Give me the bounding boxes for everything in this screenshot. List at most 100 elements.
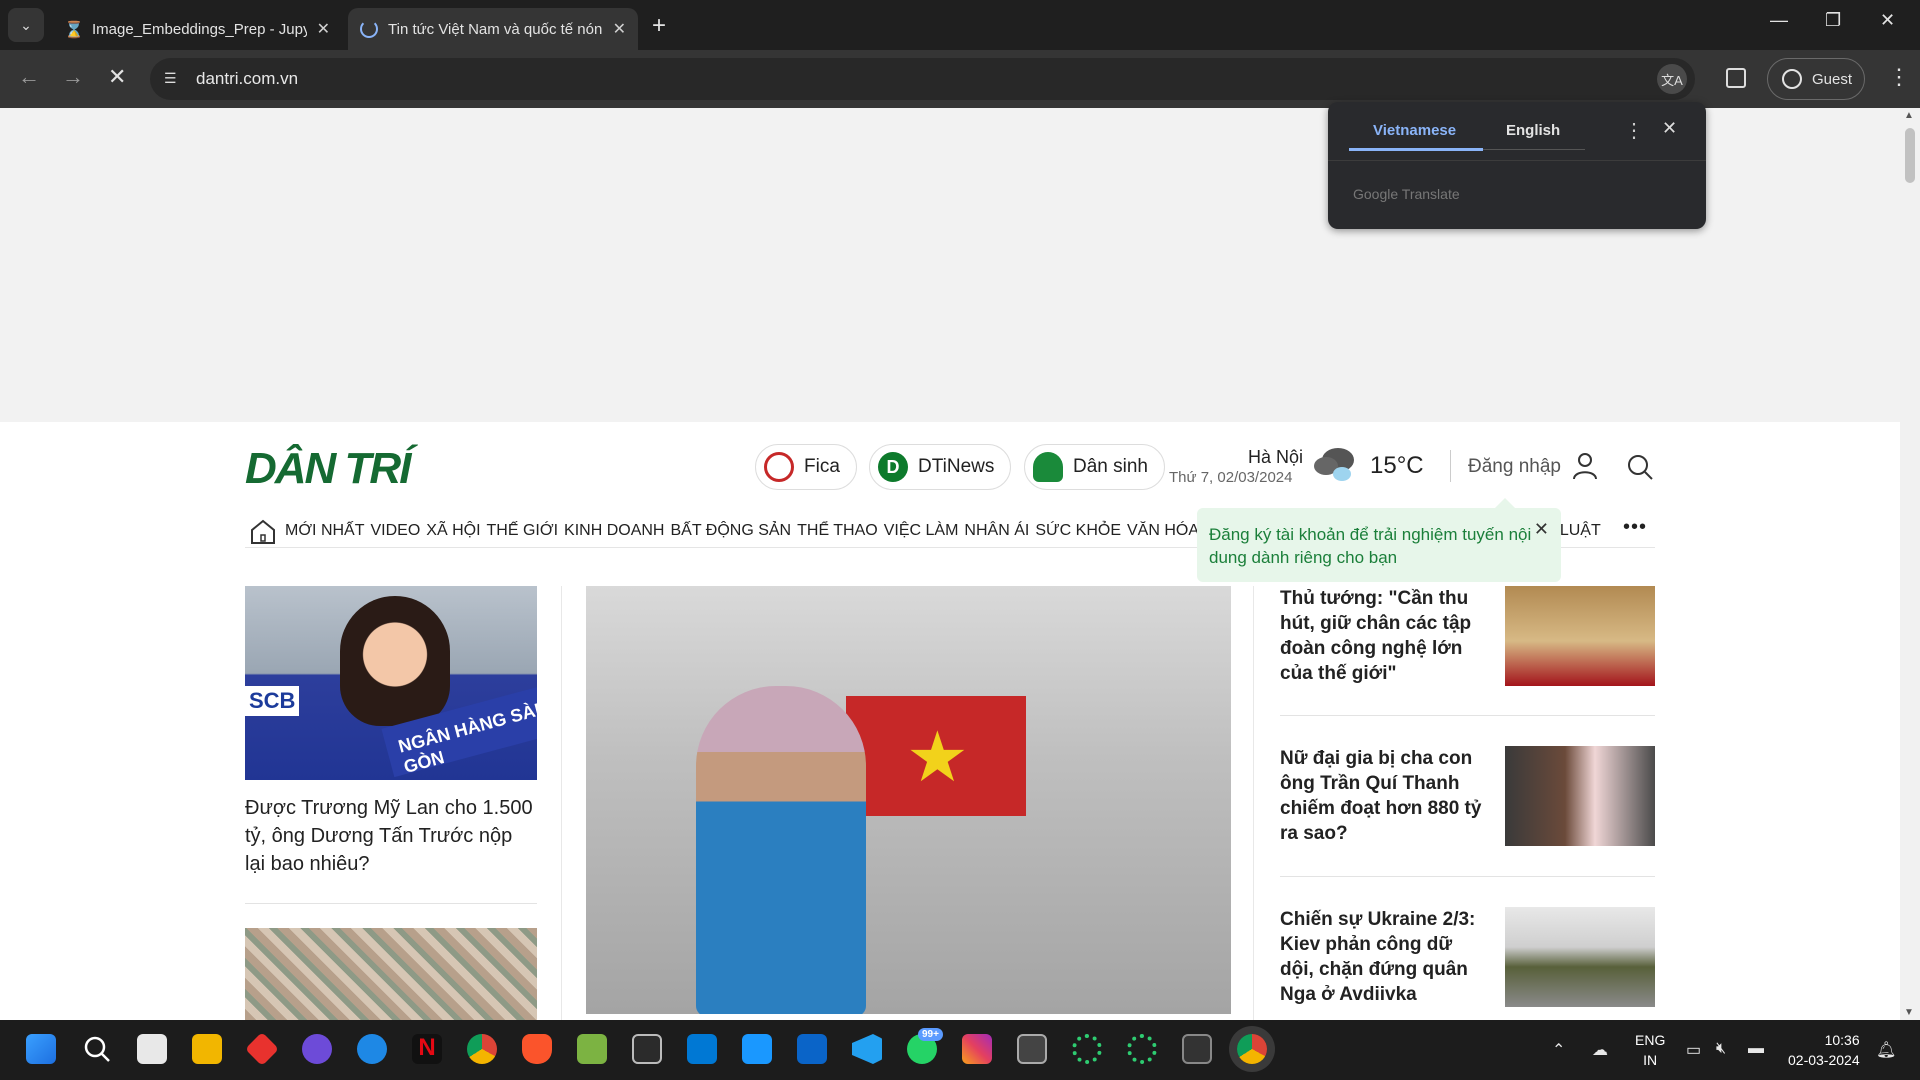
translate-popup: Vietnamese English ⋮ ✕ Google Translate bbox=[1328, 102, 1706, 229]
chrome-icon[interactable] bbox=[467, 1034, 497, 1064]
nav-item[interactable]: KINH DOANH bbox=[564, 522, 664, 540]
loading-spinner-icon bbox=[360, 20, 378, 38]
nav-item[interactable]: MỚI NHẤT bbox=[285, 522, 365, 540]
stop-loading-icon[interactable]: ✕ bbox=[108, 64, 126, 90]
nav-item[interactable]: VIDEO bbox=[371, 522, 421, 540]
brave-icon[interactable] bbox=[522, 1034, 552, 1064]
close-icon[interactable]: ✕ bbox=[317, 19, 330, 39]
notification-bell-icon[interactable]: 🔔︎ bbox=[1876, 1040, 1896, 1060]
windows-app-icon[interactable] bbox=[687, 1034, 717, 1064]
article-title-right-1[interactable]: Thủ tướng: "Cần thu hút, giữ chân các tậ… bbox=[1280, 586, 1490, 686]
pill-dansinh[interactable]: Dân sinh bbox=[1024, 444, 1165, 490]
close-window-icon[interactable]: ✕ bbox=[1880, 10, 1895, 31]
language-indicator[interactable]: ENG IN bbox=[1635, 1030, 1665, 1070]
minimize-icon[interactable]: — bbox=[1770, 10, 1788, 31]
tab-jupyter[interactable]: ⌛ Image_Embeddings_Prep - Jupy ✕ bbox=[52, 8, 342, 50]
nav-items: MỚI NHẤT VIDEO XÃ HỘI THẾ GIỚI KINH DOANH BẤT… bbox=[285, 522, 1251, 540]
command-prompt-icon[interactable] bbox=[1182, 1034, 1212, 1064]
article-image-right-2[interactable] bbox=[1505, 746, 1655, 846]
home-icon[interactable] bbox=[249, 518, 277, 544]
notepad-icon[interactable] bbox=[577, 1034, 607, 1064]
restore-icon[interactable]: ❐ bbox=[1825, 10, 1841, 31]
side-panel-icon[interactable] bbox=[1726, 68, 1746, 88]
login-link[interactable]: Đăng nhập bbox=[1468, 456, 1561, 478]
article-image-left[interactable]: SCB NGÂN HÀNG SÀI GÒN bbox=[245, 586, 537, 780]
nav-item[interactable]: VĂN HÓA bbox=[1127, 522, 1199, 540]
article-image-main[interactable]: ★ bbox=[586, 586, 1231, 1014]
clock-date: 02-03-2024 bbox=[1788, 1052, 1860, 1068]
tab-dantri[interactable]: Tin tức Việt Nam và quốc tế nón ✕ bbox=[348, 8, 638, 50]
nav-more-icon[interactable]: ••• bbox=[1623, 516, 1647, 539]
nav-item[interactable]: THẾ GIỚI bbox=[487, 522, 559, 540]
weather-temp: 15°C bbox=[1370, 452, 1424, 479]
pill-dtinews[interactable]: D DTiNews bbox=[869, 444, 1012, 490]
close-icon[interactable]: ✕ bbox=[1662, 118, 1677, 139]
system-clock[interactable]: 10:36 02-03-2024 bbox=[1788, 1030, 1860, 1070]
user-icon[interactable] bbox=[1572, 452, 1598, 480]
nav-item[interactable]: SỨC KHỎE bbox=[1035, 522, 1121, 540]
network-icon[interactable]: ▭ bbox=[1686, 1040, 1701, 1060]
netflix-icon[interactable]: N bbox=[412, 1034, 442, 1064]
loading-app-icon[interactable] bbox=[1072, 1034, 1102, 1064]
article-image-right-1[interactable] bbox=[1505, 586, 1655, 686]
scrollbar-thumb[interactable] bbox=[1905, 128, 1915, 183]
divider bbox=[1280, 876, 1655, 877]
pill-label: Fica bbox=[804, 456, 840, 477]
article-title-right-3[interactable]: Chiến sự Ukraine 2/3: Kiev phản công dữ … bbox=[1280, 907, 1490, 1007]
pill-fica[interactable]: Fica bbox=[755, 444, 857, 490]
forward-arrow-icon[interactable]: → bbox=[62, 64, 84, 90]
profile-button[interactable]: Guest bbox=[1767, 58, 1865, 100]
terminal-icon[interactable] bbox=[632, 1034, 662, 1064]
windows-start-icon[interactable] bbox=[26, 1034, 56, 1064]
nav-item[interactable]: THỂ THAO bbox=[797, 522, 878, 540]
site-info-icon[interactable]: ☰ bbox=[164, 70, 182, 88]
new-tab-button[interactable]: + bbox=[652, 12, 666, 40]
loading-app-icon-2[interactable] bbox=[1127, 1034, 1157, 1064]
article-title-left[interactable]: Được Trương Mỹ Lan cho 1.500 tỷ, ông Dươ… bbox=[245, 794, 537, 878]
nav-item[interactable]: VIỆC LÀM bbox=[884, 522, 959, 540]
chrome-active-icon[interactable] bbox=[1237, 1034, 1267, 1064]
edge-icon[interactable] bbox=[357, 1034, 387, 1064]
instagram-icon[interactable] bbox=[962, 1034, 992, 1064]
scroll-down-icon[interactable]: ▼ bbox=[1904, 1007, 1914, 1018]
battery-icon[interactable]: ▬ bbox=[1748, 1040, 1764, 1058]
search-icon[interactable] bbox=[82, 1034, 112, 1064]
chevron-up-icon[interactable]: ⌃ bbox=[1552, 1040, 1565, 1060]
article-image-right-3[interactable] bbox=[1505, 907, 1655, 1007]
more-options-icon[interactable]: ⋮ bbox=[1624, 118, 1644, 143]
lang-region: IN bbox=[1643, 1052, 1658, 1068]
fica-logo-icon bbox=[764, 452, 794, 482]
tab-strip: ⌄ ⌛ Image_Embeddings_Prep - Jupy ✕ Tin t… bbox=[0, 0, 1920, 50]
copilot-icon[interactable] bbox=[302, 1034, 332, 1064]
address-bar[interactable]: ☰ dantri.com.vn 文A bbox=[150, 58, 1695, 100]
outlook-icon[interactable] bbox=[797, 1034, 827, 1064]
scroll-up-icon[interactable]: ▲ bbox=[1904, 110, 1914, 121]
file-explorer-icon[interactable] bbox=[192, 1034, 222, 1064]
nav-item[interactable]: XÃ HỘI bbox=[426, 522, 480, 540]
search-icon[interactable] bbox=[1627, 454, 1653, 480]
column-divider bbox=[1253, 586, 1254, 1020]
page-scrollbar[interactable]: ▲ ▼ bbox=[1900, 108, 1920, 1020]
volume-muted-icon[interactable]: 🔇︎ bbox=[1716, 1040, 1726, 1058]
back-arrow-icon[interactable]: ← bbox=[18, 64, 40, 90]
article-image-left-2[interactable] bbox=[245, 928, 537, 1020]
anydesk-icon[interactable] bbox=[245, 1032, 279, 1066]
tab-search-button[interactable]: ⌄ bbox=[8, 8, 44, 42]
translate-source-tab[interactable]: Vietnamese bbox=[1373, 122, 1456, 139]
prime-video-icon[interactable] bbox=[742, 1034, 772, 1064]
dantri-logo[interactable]: DÂN TRÍ bbox=[245, 444, 411, 494]
app-window-icon[interactable] bbox=[1017, 1034, 1047, 1064]
translate-target-tab[interactable]: English bbox=[1506, 122, 1560, 139]
nav-item[interactable]: NHÂN ÁI bbox=[964, 522, 1029, 540]
onedrive-cloud-icon[interactable]: ☁ bbox=[1592, 1040, 1608, 1060]
close-icon[interactable]: ✕ bbox=[613, 19, 626, 39]
cloudy-rain-icon bbox=[1314, 448, 1354, 481]
close-icon[interactable]: ✕ bbox=[1534, 518, 1549, 541]
nav-item[interactable]: BẤT ĐỘNG SẢN bbox=[670, 522, 791, 540]
translate-icon[interactable]: 文A bbox=[1657, 64, 1687, 94]
browser-menu-icon[interactable]: ⋮ bbox=[1888, 64, 1910, 90]
vscode-icon[interactable] bbox=[852, 1034, 882, 1064]
windows-taskbar: N 99+ ⌃ ☁ ENG IN ▭ 🔇︎ ▬ 10:36 02-03-2024… bbox=[0, 1020, 1920, 1080]
article-title-right-2[interactable]: Nữ đại gia bị cha con ông Trần Quí Thanh… bbox=[1280, 746, 1490, 846]
store-icon[interactable] bbox=[137, 1034, 167, 1064]
